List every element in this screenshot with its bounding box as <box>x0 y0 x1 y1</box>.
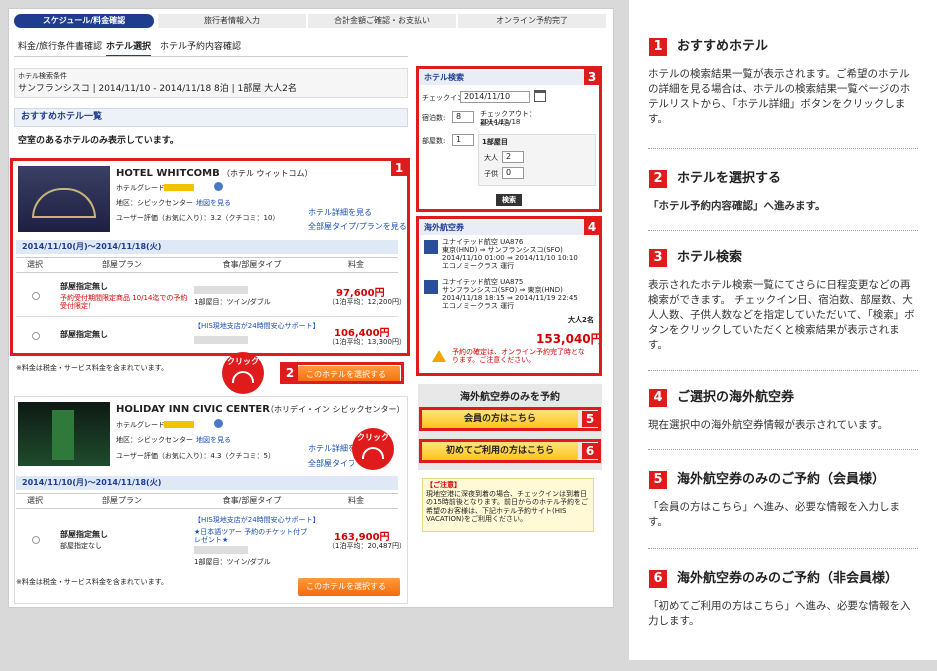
hotel-holiday-inn-photo[interactable] <box>18 402 110 466</box>
meal-tags <box>194 546 248 554</box>
search-conditions-label: ホテル検索条件 <box>18 72 67 80</box>
marker-box-4 <box>416 216 602 376</box>
marker-box-2 <box>280 362 404 384</box>
click-icon <box>362 447 384 459</box>
marker-3: 3 <box>584 69 600 85</box>
explain-desc-6: 「初めてご利用の方はこちら」へ進み、必要な情報を入力します。 <box>648 600 911 627</box>
hotel-whitcomb-tax-note: ※料金は税金・サービス料金を含まれています。 <box>16 364 168 372</box>
explain-badge-2: 2 <box>649 170 667 188</box>
hotel-holiday-inn-kana: （ホリデイ・イン シビックセンター） <box>266 405 405 414</box>
room-plan[interactable]: 部屋指定無し <box>60 530 108 540</box>
subtab-fare[interactable]: 料金/旅行条件書確認 <box>18 42 102 53</box>
recommend-note: 空室のあるホテルのみ表示しています。 <box>18 136 179 146</box>
explain-desc-2: 「ホテル予約内容確認」へ進みます。 <box>648 200 826 212</box>
step-2: 旅行者情報入力 <box>158 14 306 28</box>
explain-desc-3: 表示されたホテル検索一覧にてさらに日程変更などの再検索ができます。 チェックイン… <box>648 279 915 351</box>
subtab-divider <box>14 56 408 57</box>
explain-divider <box>648 148 918 149</box>
explain-badge-6: 6 <box>649 570 667 588</box>
hotel-holiday-inn-review: ユーザー評価（お気に入り）：4.3（クチコミ：5） <box>116 452 275 460</box>
select-hotel-holiday-inn-button[interactable]: このホテルを選択する <box>298 578 400 596</box>
click-indicator: クリック <box>222 352 264 394</box>
hotel-holiday-inn-date: 2014/11/10(月)〜2014/11/18(火) <box>16 476 398 490</box>
explain-desc-5: 「会員の方はこちら」へ進み、必要な情報を入力します。 <box>648 501 900 528</box>
marker-1: 1 <box>391 160 407 176</box>
col-select: 選択 <box>16 493 54 509</box>
click-label: クリック <box>357 433 389 442</box>
step-4: オンライン予約完了 <box>458 14 606 28</box>
room-plan-note: 部屋指定なし <box>60 542 102 550</box>
room-radio[interactable] <box>32 536 40 544</box>
click-label: クリック <box>227 357 259 366</box>
step-3: 合計金額ご確認・お支払い <box>308 14 456 28</box>
explain-divider <box>648 548 918 549</box>
marker-4: 4 <box>584 219 600 235</box>
room-price: 163,900円 <box>334 532 390 543</box>
marker-box-3 <box>416 66 602 212</box>
air-only-title: 海外航空券のみを予約 <box>460 392 560 403</box>
marker-2: 2 <box>282 365 298 381</box>
explain-title-6: 海外航空券のみのご予約（非会員様） <box>677 571 899 586</box>
marker-box-1 <box>10 158 410 356</box>
hotel-holiday-inn-area: 地区：シビックセンター <box>116 436 193 444</box>
room-meal: 【HIS現地支店が24時間安心サポート】 <box>194 516 320 524</box>
grade-stars <box>164 421 194 428</box>
explain-title-5: 海外航空券のみのご予約（会員様） <box>677 472 886 487</box>
explain-badge-1: 1 <box>649 38 667 56</box>
explain-divider <box>648 370 918 371</box>
notice-head: 【ご注意】 <box>426 481 461 489</box>
explain-title-2: ホテルを選択する <box>677 171 782 186</box>
hotel-holiday-inn-tax-note: ※料金は税金・サービス料金を含まれています。 <box>16 578 168 586</box>
hotel-holiday-inn-map-link[interactable]: 地図を見る <box>196 436 231 444</box>
col-room-plan: 部屋プラン <box>54 493 190 509</box>
step-1: スケジュール/料金確認 <box>14 14 154 28</box>
click-icon <box>232 371 254 383</box>
recommend-title: おすすめホテル一覧 <box>14 108 408 128</box>
info-icon[interactable] <box>214 419 223 428</box>
explain-title-1: おすすめホテル <box>677 39 769 54</box>
explain-divider <box>648 449 918 450</box>
click-indicator: クリック <box>352 428 394 470</box>
marker-5: 5 <box>582 411 598 427</box>
explain-title-3: ホテル検索 <box>677 250 743 265</box>
marker-box-5 <box>419 407 601 431</box>
explain-badge-5: 5 <box>649 471 667 489</box>
subtab-hotel-select[interactable]: ホテル選択 <box>106 42 152 58</box>
hotel-holiday-inn-name[interactable]: HOLIDAY INN CIVIC CENTER <box>116 404 270 415</box>
room-meal-promo: ★日本語ツアー 予約のチケット付プレゼント★ <box>194 528 308 545</box>
explain-badge-3: 3 <box>649 249 667 267</box>
subtab-hotel-confirm[interactable]: ホテル予約内容確認 <box>160 42 241 53</box>
search-conditions-value: サンフランシスコ | 2014/11/10 - 2014/11/18 8泊 | … <box>18 84 297 94</box>
col-price: 料金 <box>314 493 398 509</box>
marker-box-6 <box>419 439 601 463</box>
notice-text: 現地空港に深夜到着の場合、チェックインは到着日の15時前後となります。前日からの… <box>426 490 588 524</box>
explain-divider <box>648 230 918 231</box>
room-meal-type: 1部屋目：ツイン/ダブル <box>194 558 271 566</box>
hotel-holiday-inn-plans-link[interactable]: 全部屋タイプ/プランを見る <box>308 459 354 469</box>
col-meal: 食事/部屋タイプ <box>190 493 314 509</box>
room-price-avg: （1泊平均：20,487円） <box>328 542 406 550</box>
explain-title-4: ご選択の海外航空券 <box>677 390 795 405</box>
marker-6: 6 <box>582 443 598 459</box>
explain-badge-4: 4 <box>649 389 667 407</box>
explain-desc-1: ホテルの検索結果一覧が表示されます。ご希望のホテルの詳細を見る場合は、ホテルの検… <box>648 68 911 125</box>
explain-desc-4: 現在選択中の海外航空券情報が表示されています。 <box>648 419 889 431</box>
